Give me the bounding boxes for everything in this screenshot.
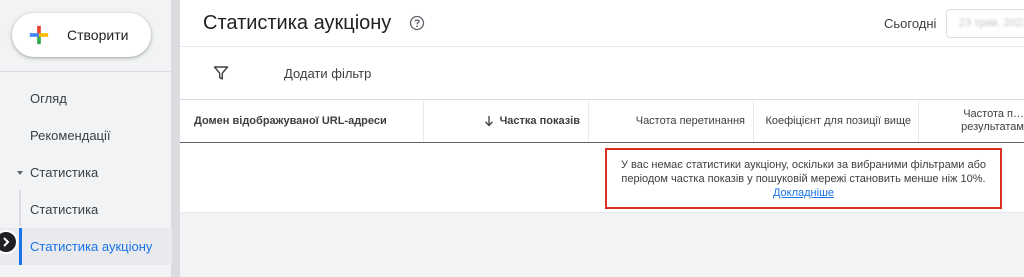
help-icon[interactable] (409, 15, 425, 31)
column-header-label: Домен відображуваної URL-адреси (194, 115, 387, 127)
filter-icon[interactable] (213, 65, 229, 81)
column-header-impression-share[interactable]: Частка показів (430, 100, 580, 142)
table-empty-area (180, 212, 1024, 277)
column-header-label: Коефіцієнт для позиції вище (765, 114, 911, 127)
sidebar: Створити Огляд Рекомендації Статистика С… (0, 0, 172, 277)
plus-icon (29, 25, 49, 45)
column-header-label: Частота п… результатам (961, 108, 1024, 133)
date-range-picker[interactable]: 23 трав. 2023 р. (946, 9, 1024, 38)
column-header-label: Частка показів (499, 114, 580, 127)
table-header-divider (180, 142, 1024, 143)
sidebar-scroll-rail[interactable] (172, 0, 180, 277)
sidebar-item-overview[interactable]: Огляд (30, 91, 67, 106)
notice-text: У вас немає статистики аукціону, оскільк… (620, 159, 987, 185)
column-header-overlap-rate[interactable]: Частота перетинання (595, 100, 745, 142)
date-range-value: 23 трав. 2023 р. (959, 17, 1024, 29)
arrow-down-icon (484, 116, 493, 127)
learn-more-link[interactable]: Докладніше (773, 187, 834, 199)
create-button[interactable]: Створити (12, 13, 151, 57)
column-header-display-url-domain[interactable]: Домен відображуваної URL-адреси (194, 100, 419, 142)
sidebar-subnav-line (19, 190, 21, 226)
sidebar-item-statistics[interactable]: Статистика (30, 202, 98, 217)
date-range-label: Сьогодні (884, 16, 937, 31)
sidebar-item-recommendations[interactable]: Рекомендації (30, 128, 111, 143)
column-header-label: Частота перетинання (635, 114, 745, 127)
column-separator (588, 100, 589, 142)
sidebar-divider (0, 71, 172, 72)
no-data-notice: У вас немає статистики аукціону, оскільк… (605, 148, 1002, 209)
page-title: Статистика аукціону (203, 12, 392, 34)
add-filter-button[interactable]: Додати фільтр (284, 66, 371, 81)
chevron-right-icon (3, 237, 10, 247)
create-button-label: Створити (67, 27, 129, 43)
notice-message: У вас немає статистики аукціону, оскільк… (607, 158, 1000, 200)
sidebar-item-auction-insights[interactable]: Статистика аукціону (30, 239, 152, 254)
sidebar-group-statistics[interactable]: Статистика (30, 165, 98, 180)
column-separator (918, 100, 919, 142)
caret-down-icon[interactable] (17, 171, 23, 175)
header-divider (180, 46, 1024, 47)
column-separator (423, 100, 424, 142)
sidebar-active-indicator (19, 228, 22, 265)
column-header-top-of-page-rate[interactable]: Частота п… результатам (925, 100, 1024, 142)
column-separator (753, 100, 754, 142)
column-header-position-above-rate[interactable]: Коефіцієнт для позиції вище (760, 100, 911, 142)
